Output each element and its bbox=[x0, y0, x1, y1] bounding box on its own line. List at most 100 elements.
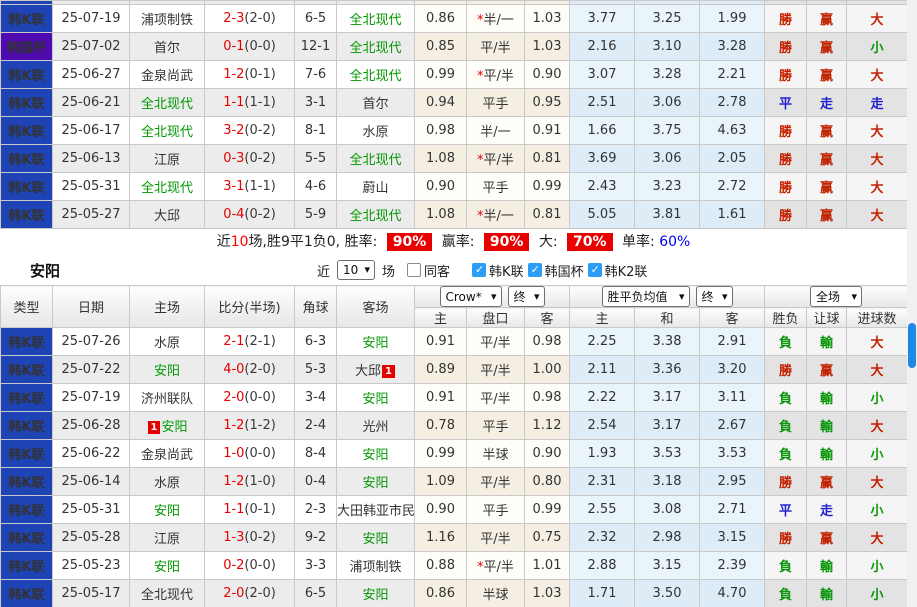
recent-count-select[interactable]: 10 bbox=[337, 260, 375, 280]
league-filter-checkbox-kleague[interactable] bbox=[472, 263, 486, 277]
ah-away-odds-cell: 0.98 bbox=[525, 328, 570, 356]
league-cell[interactable]: 韩K联 bbox=[1, 145, 53, 173]
away-team-cell[interactable]: 首尔 bbox=[337, 89, 415, 117]
away-team-cell[interactable]: 安阳 bbox=[337, 384, 415, 412]
league-cell[interactable]: 韩K联 bbox=[1, 384, 53, 412]
away-team-cell[interactable]: 安阳 bbox=[337, 328, 415, 356]
league-filter-checkbox-k2[interactable] bbox=[588, 263, 602, 277]
away-team-cell[interactable]: 光州 bbox=[337, 412, 415, 440]
match-row: 韩K联25-05-28江原1-3(0-2)9-2安阳1.16平/半0.752.3… bbox=[1, 524, 908, 552]
away-team-cell[interactable]: 全北现代 bbox=[337, 33, 415, 61]
goals-result-cell: 大 bbox=[847, 145, 908, 173]
ah-handicap-cell: 平/半 bbox=[467, 33, 525, 61]
ah-home-odds-cell: 0.94 bbox=[415, 89, 467, 117]
league-cell[interactable]: 韩K联 bbox=[1, 5, 53, 33]
league-cell[interactable]: 韩K联 bbox=[1, 524, 53, 552]
home-team-cell[interactable]: 安阳 bbox=[130, 496, 205, 524]
handicap-result-cell: 輸 bbox=[807, 440, 847, 468]
home-team-cell[interactable]: 浦项制铁 bbox=[130, 5, 205, 33]
home-team-cell[interactable]: 全北现代 bbox=[130, 89, 205, 117]
ah-away-odds-cell: 0.81 bbox=[525, 201, 570, 229]
away-team-cell[interactable]: 全北现代 bbox=[337, 5, 415, 33]
home-team-cell[interactable]: 水原 bbox=[130, 468, 205, 496]
table-header-row-top: 类型 日期 主场 比分(半场) 角球 客场 Crow*终 胜平负均值终 全场 bbox=[1, 286, 908, 308]
previous-matches-table: 韩K联25-07-19浦项制铁2-3(2-0)6-5全北现代0.86*半/一1.… bbox=[0, 0, 908, 229]
home-team-cell[interactable]: 金泉尚武 bbox=[130, 440, 205, 468]
league-cell[interactable]: 韩K联 bbox=[1, 117, 53, 145]
league-cell[interactable]: 韩K联 bbox=[1, 580, 53, 607]
bookmaker-select[interactable]: Crow* bbox=[440, 286, 502, 307]
eu-home-odds-cell: 1.71 bbox=[570, 580, 635, 607]
away-team-cell[interactable]: 水原 bbox=[337, 117, 415, 145]
sub-header-ah-away: 客 bbox=[525, 308, 570, 328]
ah-final-select[interactable]: 终 bbox=[508, 286, 545, 307]
ah-away-odds-cell: 1.12 bbox=[525, 412, 570, 440]
avg-odds-select[interactable]: 胜平负均值 bbox=[602, 286, 690, 307]
away-team-cell[interactable]: 全北现代 bbox=[337, 145, 415, 173]
eu-draw-odds-cell: 3.08 bbox=[635, 496, 700, 524]
league-cell[interactable]: 韩K联 bbox=[1, 468, 53, 496]
away-team-cell[interactable]: 大邱1 bbox=[337, 356, 415, 384]
home-team-cell[interactable]: 1安阳 bbox=[130, 412, 205, 440]
home-team-cell[interactable]: 江原 bbox=[130, 145, 205, 173]
league-cell[interactable]: 韩K联 bbox=[1, 61, 53, 89]
eu-home-odds-cell: 2.11 bbox=[570, 356, 635, 384]
scope-select[interactable]: 全场 bbox=[810, 286, 862, 307]
home-team-cell[interactable]: 江原 bbox=[130, 524, 205, 552]
league-cell[interactable]: 韩K联 bbox=[1, 440, 53, 468]
away-team-cell[interactable]: 大田韩亚市民 bbox=[337, 496, 415, 524]
away-team-cell[interactable]: 安阳 bbox=[337, 580, 415, 607]
summary-mid-text: 场,胜9平1负0, 胜率: bbox=[249, 234, 378, 250]
ah-away-odds-cell: 1.01 bbox=[525, 552, 570, 580]
league-filter-checkbox-cup[interactable] bbox=[528, 263, 542, 277]
scrollbar-track[interactable] bbox=[907, 0, 917, 607]
home-team-cell[interactable]: 水原 bbox=[130, 328, 205, 356]
league-cell[interactable]: 韩K联 bbox=[1, 201, 53, 229]
eu-home-odds-cell: 2.88 bbox=[570, 552, 635, 580]
wdl-result-cell: 勝 bbox=[765, 173, 807, 201]
away-team-cell[interactable]: 安阳 bbox=[337, 440, 415, 468]
goals-result-cell: 小 bbox=[847, 440, 908, 468]
home-team-cell[interactable]: 金泉尚武 bbox=[130, 61, 205, 89]
away-team-cell[interactable]: 全北现代 bbox=[337, 61, 415, 89]
match-row: 韩K联25-05-31全北现代3-1(1-1)4-6蔚山0.90平手0.992.… bbox=[1, 173, 908, 201]
date-cell: 25-07-19 bbox=[53, 384, 130, 412]
match-row: 韩K联25-05-17全北现代2-0(2-0)6-5安阳0.86半球1.031.… bbox=[1, 580, 908, 607]
away-team-cell[interactable]: 浦项制铁 bbox=[337, 552, 415, 580]
league-cell[interactable]: 韩K联 bbox=[1, 412, 53, 440]
home-team-cell[interactable]: 安阳 bbox=[130, 552, 205, 580]
wdl-result-cell: 負 bbox=[765, 412, 807, 440]
col-header-date: 日期 bbox=[53, 286, 130, 328]
away-team-cell[interactable]: 蔚山 bbox=[337, 173, 415, 201]
league-cell[interactable]: 韩K联 bbox=[1, 496, 53, 524]
away-team-cell[interactable]: 安阳 bbox=[337, 524, 415, 552]
ah-home-odds-cell: 0.85 bbox=[415, 33, 467, 61]
anyang-filter-bar: 安阳 近 10 场 同客 韩K联 韩国杯 韩K2联 bbox=[0, 255, 907, 285]
league-cell[interactable]: 韩国杯 bbox=[1, 33, 53, 61]
home-team-cell[interactable]: 全北现代 bbox=[130, 173, 205, 201]
home-team-cell[interactable]: 大邱 bbox=[130, 201, 205, 229]
home-team-cell[interactable]: 济州联队 bbox=[130, 384, 205, 412]
home-team-cell[interactable]: 安阳 bbox=[130, 356, 205, 384]
same-away-checkbox[interactable] bbox=[407, 263, 421, 277]
wdl-result-cell: 負 bbox=[765, 384, 807, 412]
home-team-cell[interactable]: 全北现代 bbox=[130, 580, 205, 607]
league-cell[interactable]: 韩K联 bbox=[1, 552, 53, 580]
away-team-cell[interactable]: 全北现代 bbox=[337, 201, 415, 229]
league-cell[interactable]: 韩K联 bbox=[1, 356, 53, 384]
eu-home-odds-cell: 3.69 bbox=[570, 145, 635, 173]
eu-draw-odds-cell: 3.75 bbox=[635, 117, 700, 145]
league-cell[interactable]: 韩K联 bbox=[1, 173, 53, 201]
score-cell: 3-2(0-2) bbox=[205, 117, 295, 145]
league-cell[interactable]: 韩K联 bbox=[1, 89, 53, 117]
away-team-cell[interactable]: 安阳 bbox=[337, 468, 415, 496]
home-team-cell[interactable]: 全北现代 bbox=[130, 117, 205, 145]
eu-final-select[interactable]: 终 bbox=[696, 286, 733, 307]
scrollbar-thumb[interactable] bbox=[908, 323, 916, 368]
home-team-cell[interactable]: 首尔 bbox=[130, 33, 205, 61]
eu-home-odds-cell: 3.07 bbox=[570, 61, 635, 89]
league-cell[interactable]: 韩K联 bbox=[1, 328, 53, 356]
ah-away-odds-cell: 1.03 bbox=[525, 580, 570, 607]
eu-home-odds-cell: 2.43 bbox=[570, 173, 635, 201]
eu-away-odds-cell: 3.28 bbox=[700, 33, 765, 61]
